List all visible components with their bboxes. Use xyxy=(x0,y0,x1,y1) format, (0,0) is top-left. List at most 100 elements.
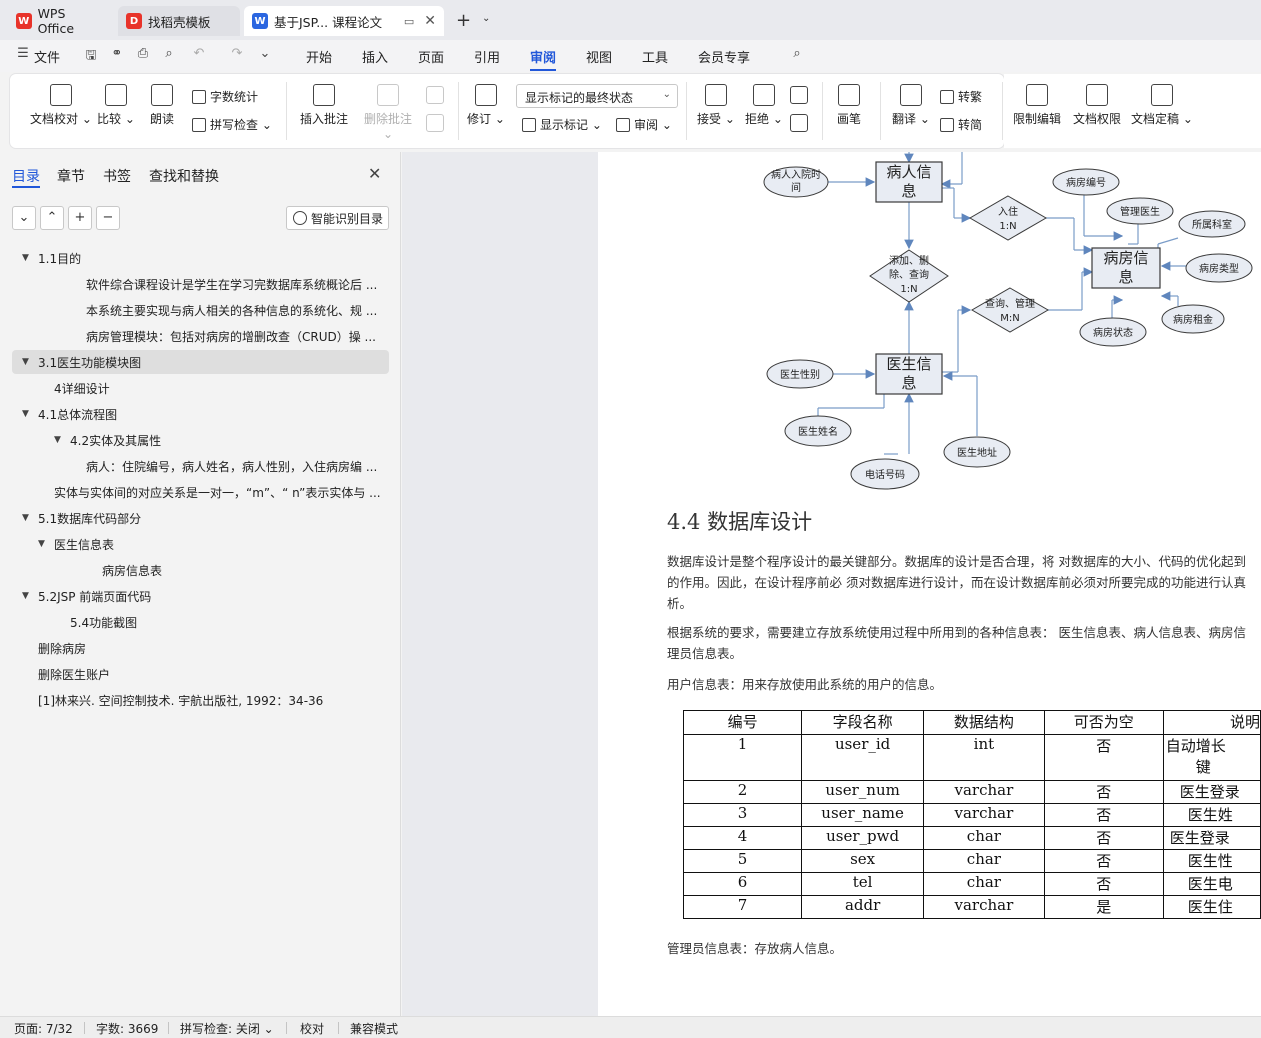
doc-permission-button[interactable]: 文档权限 xyxy=(1070,84,1124,127)
next-change-button[interactable] xyxy=(788,114,810,136)
doc-finalize-button[interactable]: 文档定稿 ⌄ xyxy=(1130,84,1194,127)
to-traditional-button[interactable]: 转繁 xyxy=(940,88,982,105)
menu-review[interactable]: 审阅 xyxy=(530,47,556,66)
proofread-status[interactable]: 校对 xyxy=(300,1020,324,1037)
hamburger-icon[interactable]: ☰ xyxy=(14,46,32,64)
close-icon[interactable]: ✕ xyxy=(368,164,381,183)
tab-document[interactable]: W 基于JSP... 课程论文 ▭ ✕ xyxy=(244,6,444,36)
word-count[interactable]: 字数: 3669 xyxy=(96,1020,158,1037)
triangle-down-icon[interactable]: ▼ xyxy=(22,253,34,263)
menu-bar: ☰ 文件 🖫 ⚭ ⎙ ⌕ ↶ ↷ ⌄ 开始 插入 页面 引用 审阅 视图 工具 … xyxy=(0,40,1261,72)
new-tab-plus-icon[interactable]: + xyxy=(456,10,471,31)
wps-logo-icon: W xyxy=(16,13,32,29)
toc-item[interactable]: [1]林来兴. 空间控制技术. 宇航出版社, 1992：34-36 xyxy=(38,688,382,712)
markup-state-select[interactable]: 显示标记的最终状态 ⌄ xyxy=(516,84,678,108)
triangle-down-icon[interactable]: ▼ xyxy=(22,357,34,367)
chevron-down-icon[interactable]: ⌄ xyxy=(256,46,274,64)
accept-button[interactable]: 接受 ⌄ xyxy=(696,84,736,127)
review-pane-button[interactable]: 审阅 ⌄ xyxy=(616,116,672,133)
menu-references[interactable]: 引用 xyxy=(474,47,500,66)
document-page[interactable]: 病人信 病房信 医生信 息息息 入住 1:N 添加、删 除、查询 1:N 查询、… xyxy=(598,152,1261,1016)
toc-item[interactable]: 删除医生账户 xyxy=(38,662,382,686)
add-heading-button[interactable]: + xyxy=(68,206,92,230)
toc-item[interactable]: 4详细设计 xyxy=(54,376,382,400)
toc-item[interactable]: ▼ 4.2实体及其属性 xyxy=(54,428,382,452)
pen-button[interactable]: 画笔 xyxy=(832,84,866,127)
chevron-down-icon[interactable]: ⌄ xyxy=(482,13,490,24)
insert-comment-button[interactable]: 插入批注 xyxy=(296,84,352,127)
toc-item[interactable]: 软件综合课程设计是学生在学习完数据库系统概论后 ... xyxy=(86,272,382,296)
toc-item[interactable]: 病人：住院编号，病人姓名，病人性别，入住病房编 ... xyxy=(86,454,382,478)
menu-file[interactable]: 文件 xyxy=(34,47,60,66)
toc-item[interactable]: 实体与实体间的对应关系是一对一，“m”、“ n”表示实体与 ... xyxy=(54,480,382,504)
menu-insert[interactable]: 插入 xyxy=(362,47,388,66)
toc-item-selected[interactable]: ▼ 3.1医生功能模块图 xyxy=(12,350,389,374)
nav-tab-toc[interactable]: 目录 xyxy=(12,166,40,186)
separator xyxy=(84,1022,85,1034)
svg-text:医生信: 医生信 xyxy=(886,355,931,373)
toc-item[interactable]: 病房管理模块：包括对病房的增删改查（CRUD）操 ... xyxy=(86,324,382,348)
document-area: 病人信 病房信 医生信 息息息 入住 1:N 添加、删 除、查询 1:N 查询、… xyxy=(402,152,1261,1016)
search-icon[interactable]: ⌕ xyxy=(788,46,806,64)
triangle-down-icon[interactable]: ▼ xyxy=(38,539,50,549)
tab-wps-office[interactable]: W WPS Office xyxy=(8,6,112,36)
doc-proofread-button[interactable]: 文档校对 ⌄ xyxy=(26,84,96,127)
next-comment-button[interactable] xyxy=(424,114,446,136)
nav-tab-chapters[interactable]: 章节 xyxy=(57,166,85,186)
toc-item[interactable]: ▼ 5.1数据库代码部分 xyxy=(22,506,382,530)
compare-button[interactable]: 比较 ⌄ xyxy=(96,84,136,127)
spell-check-button[interactable]: 拼写检查 ⌄ xyxy=(192,116,272,133)
print-icon[interactable]: ⎙ xyxy=(134,46,152,64)
toc-item[interactable]: ▼ 医生信息表 xyxy=(38,532,382,556)
toc-item[interactable]: ▼ 5.2JSP 前端页面代码 xyxy=(22,584,382,608)
separator xyxy=(286,82,287,140)
to-simplified-button[interactable]: 转简 xyxy=(940,116,982,133)
save-icon[interactable]: 🖫 xyxy=(82,46,100,64)
redo-icon[interactable]: ↷ xyxy=(228,46,246,64)
reject-button[interactable]: 拒绝 ⌄ xyxy=(744,84,784,127)
word-count-button[interactable]: 字数统计 xyxy=(192,88,258,105)
nav-tab-find-replace[interactable]: 查找和替换 xyxy=(149,166,219,186)
undo-icon[interactable]: ↶ xyxy=(190,46,208,64)
toc-item[interactable]: 病房信息表 xyxy=(102,558,382,582)
menu-member[interactable]: 会员专享 xyxy=(698,47,750,66)
relation-checkin: 入住 1:N xyxy=(969,195,1047,241)
relation-query-manage: 查询、管理 M:N xyxy=(971,287,1049,333)
spell-check-status[interactable]: 拼写检查: 关闭 ⌄ xyxy=(180,1020,274,1037)
menu-tools[interactable]: 工具 xyxy=(642,47,668,66)
monitor-icon[interactable]: ▭ xyxy=(404,15,414,28)
show-markup-button[interactable]: 显示标记 ⌄ xyxy=(522,116,602,133)
triangle-down-icon[interactable]: ▼ xyxy=(22,591,34,601)
menu-view[interactable]: 视图 xyxy=(586,47,612,66)
prev-change-button[interactable] xyxy=(788,86,810,108)
triangle-down-icon[interactable]: ▼ xyxy=(22,513,34,523)
triangle-down-icon[interactable]: ▼ xyxy=(22,409,34,419)
share-link-icon[interactable]: ⚭ xyxy=(108,46,126,64)
nav-tab-bookmarks[interactable]: 书签 xyxy=(103,166,131,186)
restrict-edit-button[interactable]: 限制编辑 xyxy=(1010,84,1064,127)
toc-item[interactable]: 5.4功能截图 xyxy=(70,610,382,634)
read-aloud-button[interactable]: 朗读 xyxy=(144,84,180,127)
triangle-down-icon[interactable]: ▼ xyxy=(54,435,66,445)
menu-page[interactable]: 页面 xyxy=(418,47,444,66)
tab-templates[interactable]: D 找稻壳模板 xyxy=(118,6,240,36)
prev-comment-button[interactable] xyxy=(424,86,446,108)
move-up-button[interactable]: ⌃ xyxy=(40,206,64,230)
collapse-all-button[interactable]: ⌄ xyxy=(12,206,36,230)
toc-item[interactable]: ▼ 4.1总体流程图 xyxy=(22,402,382,426)
track-changes-button[interactable]: 修订 ⌄ xyxy=(466,84,506,127)
delete-comment-button[interactable]: 删除批注 ⌄ xyxy=(358,84,418,141)
smart-toc-button[interactable]: 智能识别目录 xyxy=(286,206,389,230)
print-preview-icon[interactable]: ⌕ xyxy=(160,46,178,64)
page-indicator[interactable]: 页面: 7/32 xyxy=(14,1020,73,1037)
toc-item[interactable]: ▼ 1.1目的 xyxy=(22,246,382,270)
entity-name-line2: 息 xyxy=(1118,268,1133,286)
paragraph-line: 根据系统的要求，需要建立存放系统使用过程中所用到的各种信息表： 医生信息表、病人… xyxy=(667,625,1246,640)
toc-item[interactable]: 删除病房 xyxy=(38,636,382,660)
menu-home[interactable]: 开始 xyxy=(306,47,332,66)
translate-button[interactable]: 翻译 ⌄ xyxy=(890,84,932,127)
simplified-icon xyxy=(940,117,954,132)
remove-heading-button[interactable]: − xyxy=(96,206,120,230)
close-icon[interactable]: ✕ xyxy=(424,13,436,29)
toc-item[interactable]: 本系统主要实现与病人相关的各种信息的系统化、规 ... xyxy=(86,298,382,322)
